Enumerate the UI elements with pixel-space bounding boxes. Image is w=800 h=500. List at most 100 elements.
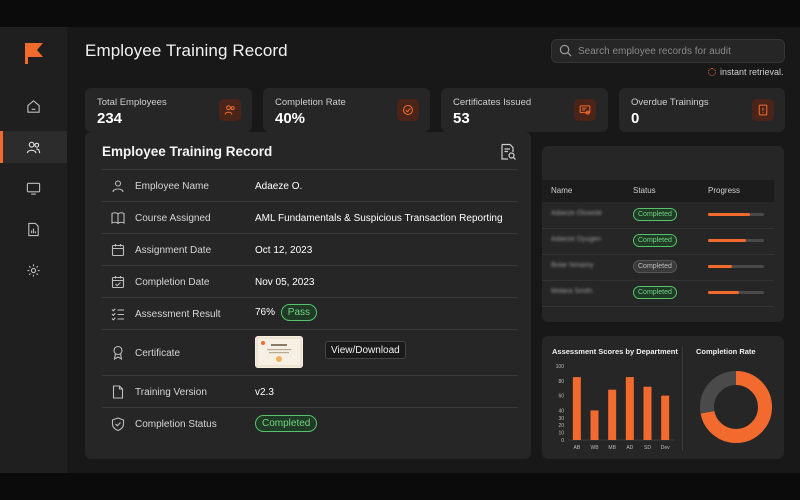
record-title: Employee Training Record (102, 144, 273, 159)
field-training-version: Training Version v2.3 (102, 375, 518, 408)
certificate-thumbnail[interactable] (255, 336, 303, 368)
nav-item-settings[interactable] (0, 254, 67, 286)
nav-item-reports[interactable] (0, 213, 67, 245)
employee-name-value: Adaeze O. (255, 181, 303, 192)
employee-name-cell: Bolar Nmamy (551, 262, 594, 269)
field-certificate: Certificate View/Download (102, 329, 518, 376)
sidebar (0, 27, 67, 473)
completion-date-value: Nov 05, 2023 (255, 277, 315, 288)
search-icon (559, 44, 572, 57)
employee-name-cell: Adaeze Oluwole (551, 210, 602, 217)
training-record-panel: Employee Training Record Employee Name A… (85, 132, 531, 459)
version-value: v2.3 (255, 387, 274, 398)
bar-AB (572, 377, 581, 440)
progress-fill (708, 265, 732, 268)
progress-bar (708, 265, 764, 268)
status-badge: Completed (633, 286, 677, 299)
users-icon (219, 99, 241, 121)
progress-bar (708, 213, 764, 216)
users-icon (26, 141, 41, 153)
user-icon (112, 180, 124, 193)
field-course-assigned: Course Assigned AML Fundamentals & Suspi… (102, 201, 518, 234)
checklist-icon (111, 308, 124, 321)
logo-flag-icon (25, 43, 43, 64)
search-input[interactable] (578, 43, 778, 59)
stat-card-total-employees: Total Employees 234 (85, 88, 252, 132)
progress-bar (708, 291, 764, 294)
assignment-date-value: Oct 12, 2023 (255, 245, 313, 256)
completed-badge: Completed (255, 415, 318, 432)
progress-fill (708, 291, 739, 294)
gear-icon (27, 263, 40, 277)
bar-AD (625, 377, 634, 440)
y-tick-label: 80 (558, 379, 564, 385)
report-icon (28, 222, 39, 236)
bar-Dev (661, 395, 670, 440)
view-download-button[interactable]: View/Download (325, 341, 406, 359)
pass-badge: Pass (280, 304, 318, 321)
field-completion-date: Completion Date Nov 05, 2023 (102, 265, 518, 298)
employee-table-panel: Name Status Progress Adaeze Oluwole Compl… (542, 146, 784, 322)
x-tick-label: AD (626, 445, 633, 451)
chart-divider (682, 346, 683, 451)
status-badge: Completed (633, 234, 677, 247)
y-tick-label: 0 (561, 438, 564, 444)
table-row[interactable]: Adaeze Oluwole Completed (542, 202, 774, 229)
monitor-icon (26, 182, 41, 195)
nav-item-employees[interactable] (0, 131, 67, 163)
stat-value: 0 (631, 110, 640, 127)
stat-value: 40% (275, 110, 306, 127)
donut-chart-title: Completion Rate (696, 347, 756, 356)
book-icon (111, 212, 125, 225)
certificate-icon (574, 99, 596, 121)
y-tick-label: 100 (556, 364, 565, 370)
field-employee-name: Employee Name Adaeze O. (102, 169, 518, 202)
table-row[interactable]: Adaeze Oyugen Completed (542, 228, 774, 255)
course-value: AML Fundamentals & Suspicious Transactio… (255, 213, 503, 224)
table-row[interactable]: Bolar Nmamy Completed (542, 254, 774, 281)
employee-name-cell: Molara Smith (551, 288, 593, 295)
stat-card-overdue: Overdue Trainings 0 (619, 88, 785, 132)
table-row[interactable]: Molara Smith Completed (542, 280, 774, 307)
retrieval-note: instant retrieval. (708, 67, 784, 77)
assessment-score: 76% (255, 307, 276, 318)
home-icon (27, 99, 40, 113)
check-circle-icon (397, 99, 419, 121)
bar-WB (590, 410, 599, 440)
stat-label: Total Employees (97, 97, 167, 108)
loading-spinner-icon (708, 68, 716, 76)
employee-name-cell: Adaeze Oyugen (551, 236, 602, 243)
stat-value: 234 (97, 110, 123, 127)
calendar-icon (111, 244, 125, 257)
y-tick-label: 10 (558, 431, 564, 437)
nav-item-home[interactable] (0, 90, 67, 122)
stat-card-completion-rate: Completion Rate 40% (263, 88, 430, 132)
calendar-check-icon (111, 276, 125, 289)
screen-frame-top (0, 0, 800, 27)
stat-label: Completion Rate (275, 97, 346, 108)
page-title: Employee Training Record (85, 41, 288, 60)
stat-card-certificates: Certificates Issued 53 (441, 88, 608, 132)
progress-fill (708, 239, 747, 242)
app-window: Employee Training Record instant retriev… (0, 27, 800, 473)
stat-value: 53 (453, 110, 470, 127)
y-tick-label: 60 (558, 394, 564, 400)
progress-bar (708, 239, 764, 242)
nav-item-training[interactable] (0, 172, 67, 204)
y-tick-label: 40 (558, 408, 564, 414)
alert-icon (752, 99, 774, 121)
y-tick-label: 20 (558, 423, 564, 429)
bar-SD (643, 386, 652, 440)
x-tick-label: Dev (661, 445, 670, 451)
stat-label: Overdue Trainings (631, 97, 709, 108)
shield-check-icon (111, 417, 125, 431)
y-tick-label: 30 (558, 416, 564, 422)
charts-panel: Assessment Scores by Department 0 10 20 30 4… (542, 336, 784, 459)
bar-MB (608, 389, 617, 440)
field-assessment-result: Assessment Result 76% Pass (102, 297, 518, 330)
completion-donut-chart (700, 371, 772, 443)
x-tick-label: MB (608, 445, 616, 451)
bar-chart-title: Assessment Scores by Department (552, 347, 678, 356)
search-box[interactable] (551, 39, 785, 63)
document-search-icon[interactable] (500, 143, 517, 161)
